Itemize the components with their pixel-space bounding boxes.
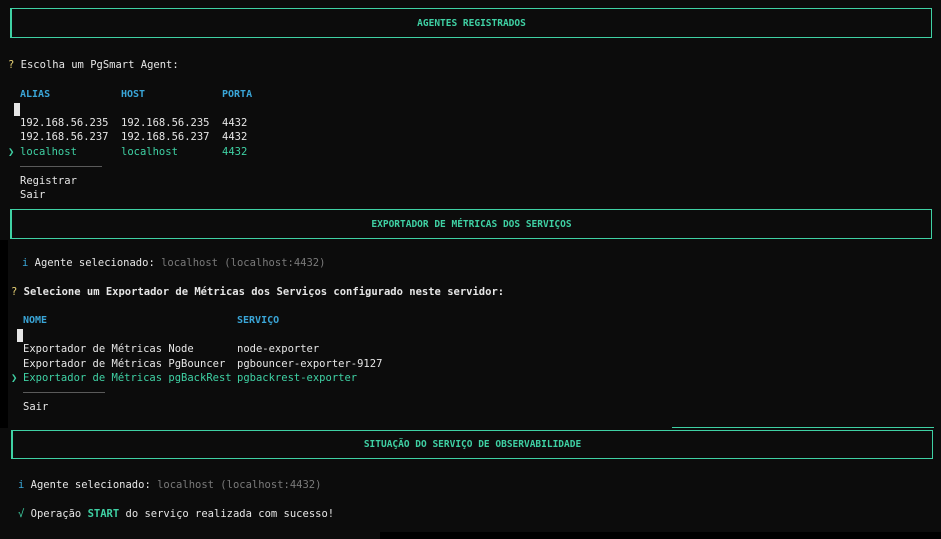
checkmark-icon: √: [18, 508, 25, 520]
terminal-panel-3-bottom-gap: [380, 532, 941, 539]
prompt-question: Escolha um PgSmart Agent:: [20, 59, 179, 71]
agent-selected-value: localhost (localhost:4432): [157, 479, 322, 491]
prompt-line: ? Selecione um Exportador de Métricas do…: [11, 286, 504, 299]
exporter-service: pgbouncer-exporter-9127: [237, 358, 383, 370]
banner-situacao-servico: SITUAÇÃO DO SERVIÇO DE OBSERVABILIDADE: [11, 430, 933, 459]
exporter-service: node-exporter: [237, 343, 320, 355]
banner-title: EXPORTADOR DE MÉTRICAS DOS SERVIÇOS: [371, 218, 572, 230]
exporter-service: pgbackrest-exporter: [237, 372, 358, 384]
column-header-alias: ALIAS: [20, 89, 51, 100]
success-prefix: Operação: [30, 508, 82, 520]
info-icon: i: [18, 479, 25, 491]
info-icon: i: [22, 257, 29, 269]
column-header-servico: SERVIÇO: [237, 315, 280, 326]
agent-selected-label: Agente selecionado:: [34, 257, 155, 269]
option-sair[interactable]: Sair: [20, 189, 45, 202]
success-suffix: do serviço realizada com sucesso!: [125, 508, 335, 520]
agent-alias: 192.168.56.235: [20, 117, 109, 129]
agent-port: 4432: [222, 117, 248, 129]
column-header-nome: NOME: [23, 315, 48, 326]
agent-port: 4432: [222, 146, 248, 158]
banner-agentes-registrados: AGENTES REGISTRADOS: [10, 8, 932, 38]
prompt-question: Selecione um Exportador de Métricas dos …: [23, 286, 505, 298]
agent-selected-line: i Agente selecionado: localhost (localho…: [22, 257, 325, 270]
option-sair[interactable]: Sair: [23, 401, 48, 414]
pointer-icon: ❯: [11, 372, 18, 384]
exporter-name: Exportador de Métricas Node: [23, 343, 194, 355]
agent-selected-value: localhost (localhost:4432): [161, 257, 326, 269]
divider-line: [672, 427, 934, 428]
exporter-name: Exportador de Métricas pgBackRest: [23, 372, 232, 384]
agent-selected-label: Agente selecionado:: [30, 479, 151, 491]
agent-selected-line: i Agente selecionado: localhost (localho…: [18, 479, 321, 492]
agent-host: 192.168.56.237: [121, 131, 210, 143]
column-header-host: HOST: [121, 89, 146, 100]
agent-alias: 192.168.56.237: [20, 131, 109, 143]
terminal-cursor: [14, 103, 20, 116]
agent-host: 192.168.56.235: [121, 117, 210, 129]
success-keyword: START: [87, 508, 120, 520]
agent-alias: localhost: [20, 146, 77, 158]
prompt-line: ? Escolha um PgSmart Agent:: [8, 59, 179, 72]
question-mark-icon: ?: [8, 59, 15, 71]
banner-title: SITUAÇÃO DO SERVIÇO DE OBSERVABILIDADE: [363, 439, 582, 450]
terminal-cursor: [17, 329, 23, 342]
banner-title: AGENTES REGISTRADOS: [417, 17, 526, 29]
option-registrar[interactable]: Registrar: [20, 175, 77, 188]
question-mark-icon: ?: [11, 286, 18, 298]
column-header-porta: PORTA: [222, 89, 253, 100]
agent-host: localhost: [121, 146, 178, 158]
banner-exportador-metricas: EXPORTADOR DE MÉTRICAS DOS SERVIÇOS: [10, 209, 932, 239]
list-separator: [20, 166, 102, 167]
exporter-name: Exportador de Métricas PgBouncer: [23, 358, 226, 370]
success-message: √ Operação START do serviço realizada co…: [18, 508, 334, 521]
agent-port: 4432: [222, 131, 248, 143]
list-separator: [23, 392, 105, 393]
pointer-icon: ❯: [8, 146, 15, 158]
